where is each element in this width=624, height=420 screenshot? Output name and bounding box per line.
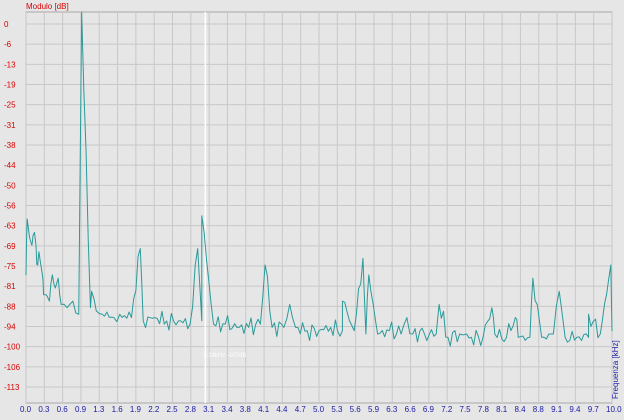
x-tick-label: 4.1 — [258, 405, 270, 414]
x-tick-label: 0.6 — [57, 405, 69, 414]
x-tick-label: 9.4 — [569, 405, 581, 414]
x-tick-label: 2.5 — [167, 405, 179, 414]
y-tick-label: -13 — [4, 60, 16, 69]
x-tick-label: 7.2 — [441, 405, 453, 414]
x-tick-label: 8.1 — [496, 405, 508, 414]
x-tick-label: 6.6 — [405, 405, 417, 414]
y-tick-label: -6 — [4, 40, 12, 49]
spectrum-chart: 0 -6 -13 -19 -25 -31 -38 -44 -50 -56 -63 -69 -75 -81 -… — [4, 2, 622, 414]
x-tick-label: 3.4 — [221, 405, 233, 414]
x-tick-label: 0.9 — [75, 405, 87, 414]
x-tick-label: 3.8 — [240, 405, 252, 414]
x-tick-label: 0.3 — [38, 405, 50, 414]
y-tick-label: -94 — [4, 323, 16, 332]
spectrum-chart-window: 0 -6 -13 -19 -25 -31 -38 -44 -50 -56 -63 -69 -75 -81 -… — [0, 0, 624, 420]
x-axis-label: Frequenza [kHz] — [611, 340, 620, 399]
y-tick-label: -50 — [4, 181, 16, 190]
x-tick-label: 9.7 — [588, 405, 600, 414]
x-tick-label: 6.3 — [386, 405, 398, 414]
y-tick-label: -38 — [4, 141, 16, 150]
y-tick-label: -100 — [4, 343, 21, 352]
x-tick-label: 7.5 — [460, 405, 472, 414]
y-tick-label: -81 — [4, 282, 16, 291]
y-tick-label: -63 — [4, 222, 16, 231]
y-tick-label: -56 — [4, 202, 16, 211]
x-tick-label: 1.6 — [112, 405, 124, 414]
y-tick-label: -31 — [4, 121, 16, 130]
x-tick-label: 1.3 — [93, 405, 105, 414]
x-tick-label: 6.9 — [423, 405, 435, 414]
x-tick-label: 7.8 — [478, 405, 490, 414]
x-tick-label: 5.3 — [331, 405, 343, 414]
x-tick-label: 2.8 — [185, 405, 197, 414]
y-tick-label: -106 — [4, 363, 21, 372]
x-tick-label: 1.9 — [130, 405, 142, 414]
x-tick-label: 2.2 — [148, 405, 160, 414]
y-tick-label: 0 — [4, 20, 9, 29]
y-tick-label: -44 — [4, 161, 16, 170]
y-tick-label: -19 — [4, 81, 16, 90]
y-tick-label: -69 — [4, 242, 16, 251]
x-tick-label: 8.4 — [514, 405, 526, 414]
y-tick-label: -113 — [4, 383, 20, 392]
x-tick-label: 10.0 — [606, 405, 622, 414]
y-axis-label: Modulo [dB] — [26, 2, 69, 11]
x-tick-label: 8.8 — [533, 405, 545, 414]
y-tick-label: -88 — [4, 302, 16, 311]
x-tick-label: 5.0 — [313, 405, 325, 414]
cursor-readout: 3.14kHz -107dB — [203, 353, 246, 359]
x-tick-label: 4.4 — [276, 405, 288, 414]
x-tick-label: 3.1 — [203, 405, 215, 414]
y-tick-label: -25 — [4, 101, 16, 110]
x-tick-label: 9.1 — [551, 405, 563, 414]
y-tick-label: -75 — [4, 262, 16, 271]
x-tick-label: 5.6 — [350, 405, 362, 414]
x-tick-label: 5.9 — [368, 405, 380, 414]
x-tick-label: 4.7 — [295, 405, 307, 414]
x-tick-label: 0.0 — [20, 405, 32, 414]
